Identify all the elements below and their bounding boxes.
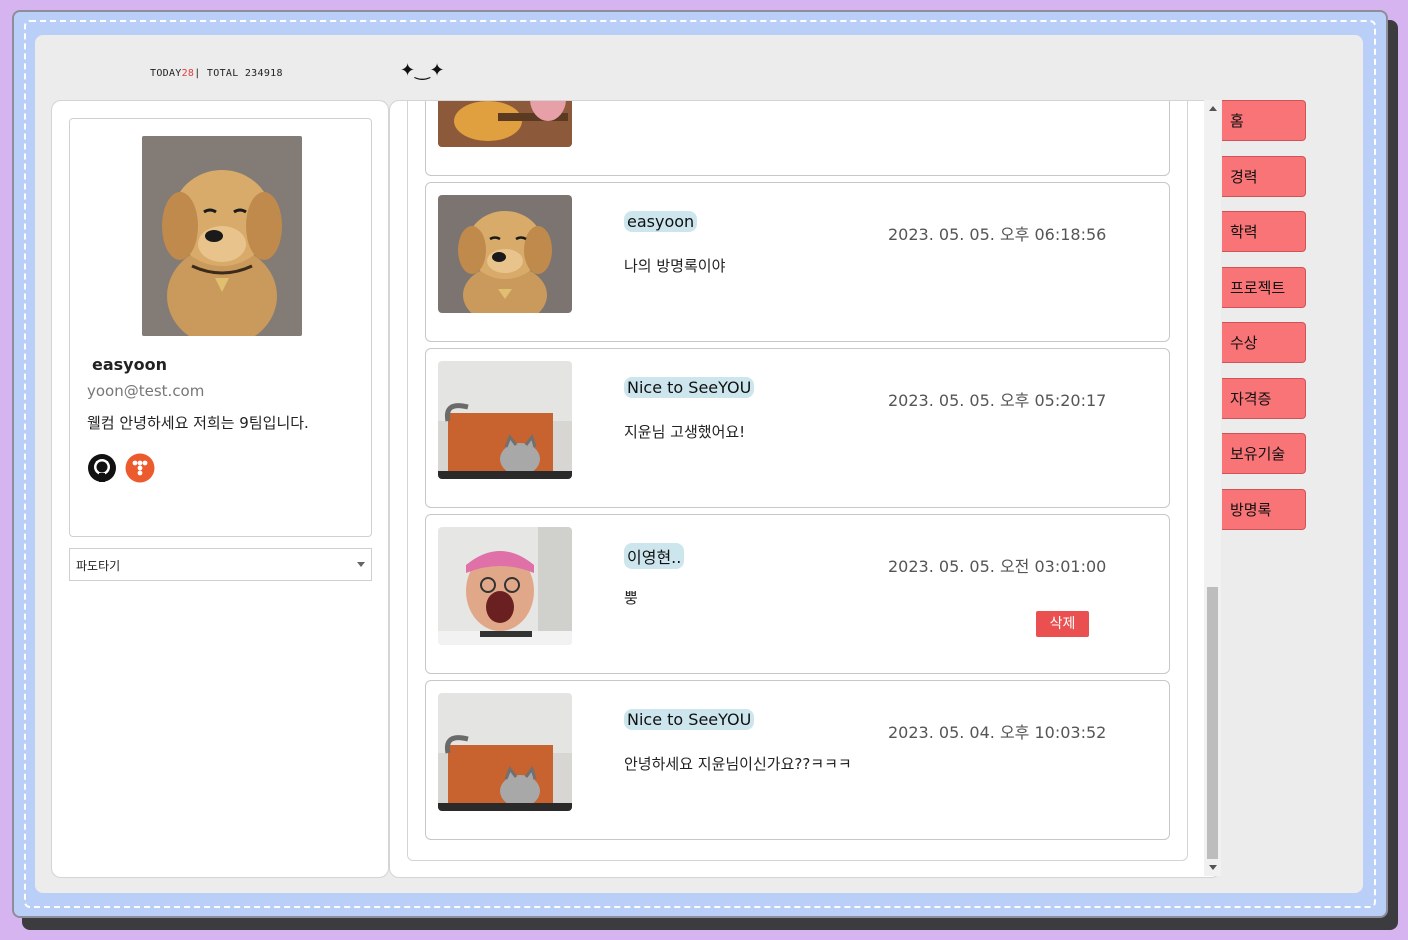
entry-author: Nice to SeeYOU	[624, 377, 755, 398]
entry-date: 2023. 05. 05. 오후 06:18:56	[888, 225, 1107, 244]
entry-author: 이영현..	[624, 543, 685, 569]
visitor-counter: TODAY28| TOTAL 234918	[150, 68, 283, 79]
profile-panel: easyoon yoon@test.com 웰컴 안녕하세요 저희는 9팀입니다…	[51, 100, 389, 878]
avatar	[142, 136, 302, 336]
tistory-icon[interactable]	[125, 453, 155, 483]
entry-date: 2023. 05. 05. 오전 03:01:00	[888, 557, 1107, 576]
entry-date: 2023. 05. 05. 오후 05:20:17	[888, 391, 1107, 410]
profile-email: yoon@test.com	[87, 382, 205, 400]
entry-thumb	[438, 101, 572, 147]
tab-skills[interactable]: 보유기술	[1222, 433, 1306, 474]
entry-message: 뿡	[624, 589, 638, 607]
entry-message: 안녕하세요 지윤님이신가요??ㅋㅋㅋ	[624, 755, 852, 773]
chevron-down-icon	[357, 562, 365, 567]
tab-home[interactable]: 홈	[1222, 100, 1306, 141]
entry-thumb	[438, 361, 572, 479]
cat-in-box-photo	[438, 693, 572, 811]
tab-project[interactable]: 프로젝트	[1222, 267, 1306, 308]
golden-retriever-photo	[438, 195, 572, 313]
tab-career[interactable]: 경력	[1222, 156, 1306, 197]
tab-guestbook[interactable]: 방명록	[1222, 489, 1306, 530]
guestbook-entry: 이영현.. 2023. 05. 05. 오전 03:01:00 뿡 삭제	[425, 514, 1170, 674]
scroll-up-icon[interactable]	[1209, 106, 1217, 111]
total-label: TOTAL	[206, 68, 239, 79]
entry-date: 2023. 05. 04. 오후 10:03:52	[888, 723, 1107, 742]
scroll-thumb[interactable]	[1207, 587, 1218, 859]
golden-retriever-image	[142, 136, 302, 336]
guitar-photo	[438, 101, 572, 147]
entry-message: 나의 방명록이야	[624, 257, 726, 275]
profile-name: easyoon	[92, 355, 167, 374]
profile-card: easyoon yoon@test.com 웰컴 안녕하세요 저희는 9팀입니다…	[69, 118, 372, 537]
tab-awards[interactable]: 수상	[1222, 322, 1306, 363]
guestbook-entry: Nice to SeeYOU 2023. 05. 04. 오후 10:03:52…	[425, 680, 1170, 840]
github-icon[interactable]	[87, 453, 117, 483]
today-label: TODAY	[150, 68, 182, 79]
entry-message: 지윤님 고생했어요!	[624, 423, 746, 441]
counter-separator: |	[194, 68, 201, 79]
guestbook-entry: Nice to SeeYOU 2023. 05. 05. 오후 05:20:17…	[425, 348, 1170, 508]
guestbook-entry: easyoon 2023. 05. 05. 오후 06:18:56 나의 방명록…	[425, 182, 1170, 342]
bgm-selected: 파도타기	[76, 559, 121, 573]
guestbook-entry-partial	[425, 101, 1170, 176]
entry-thumb	[438, 693, 572, 811]
profile-bio: 웰컴 안녕하세요 저희는 9팀입니다.	[87, 414, 309, 432]
tab-education[interactable]: 학력	[1222, 211, 1306, 252]
face-emoticon: ✦‿✦	[400, 60, 445, 81]
total-count: 234918	[244, 68, 283, 79]
man-with-pink-headband-photo	[438, 527, 572, 645]
today-count: 28	[181, 68, 195, 79]
entry-author: Nice to SeeYOU	[624, 709, 755, 730]
entry-thumb	[438, 527, 572, 645]
entry-thumb	[438, 195, 572, 313]
tab-certificates[interactable]: 자격증	[1222, 378, 1306, 419]
guestbook-scrollbar[interactable]	[1204, 100, 1221, 876]
bgm-select[interactable]: 파도타기	[69, 548, 372, 581]
guestbook-panel: easyoon 2023. 05. 05. 오후 06:18:56 나의 방명록…	[389, 100, 1221, 878]
guestbook-list[interactable]: easyoon 2023. 05. 05. 오후 06:18:56 나의 방명록…	[407, 101, 1188, 861]
cat-in-box-photo	[438, 361, 572, 479]
delete-button[interactable]: 삭제	[1036, 611, 1089, 637]
scroll-down-icon[interactable]	[1209, 865, 1217, 870]
entry-author: easyoon	[624, 211, 698, 232]
